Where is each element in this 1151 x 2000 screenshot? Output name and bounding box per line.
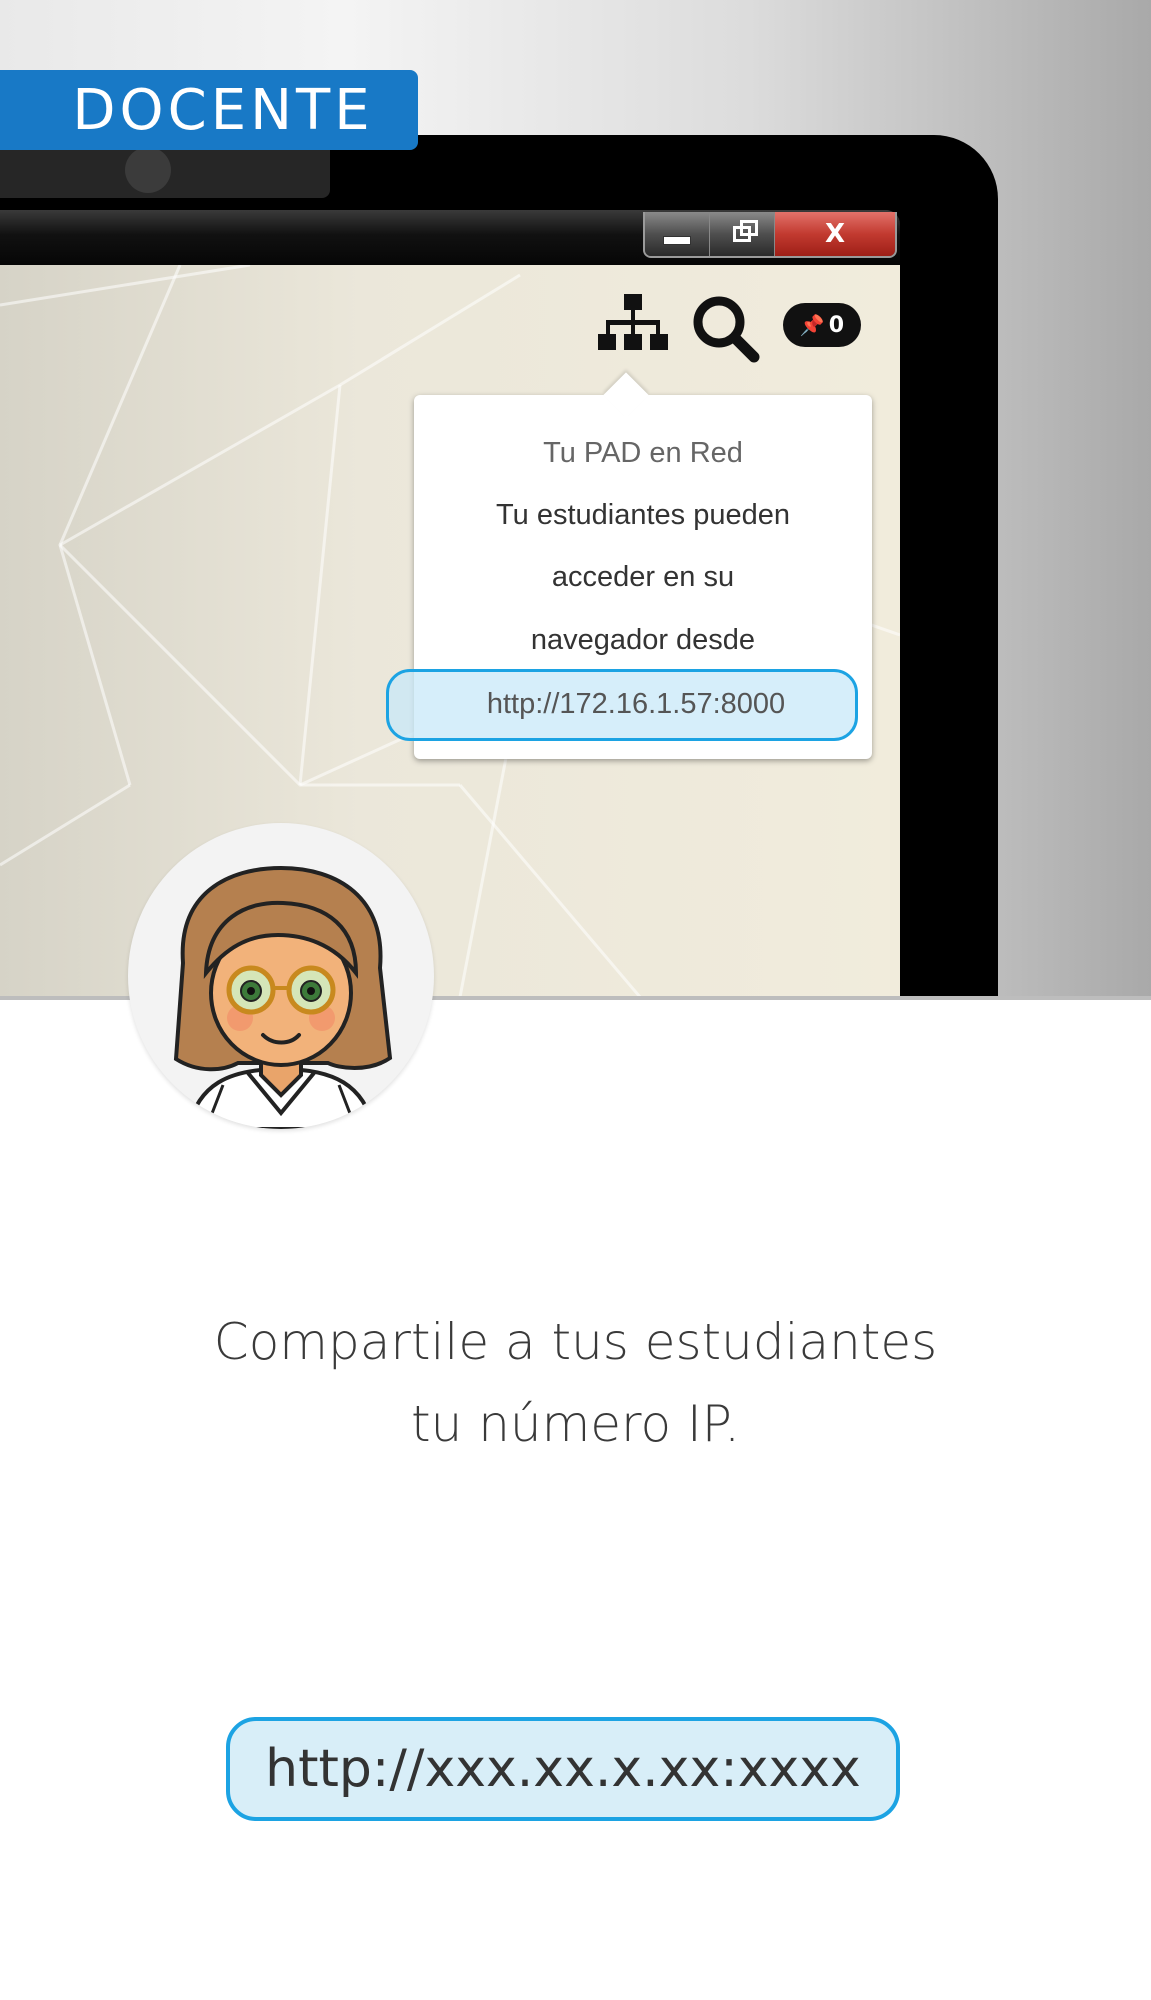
teacher-avatar: [128, 823, 434, 1129]
popover-text-line2: acceder en su: [551, 561, 735, 593]
popover-url-highlight[interactable]: http://172.16.1.57:8000: [386, 669, 858, 741]
pin-icon: 📌: [799, 313, 825, 337]
popover-text-line1: Tu estudiantes pueden: [496, 499, 790, 531]
caption-line2: tu número IP.: [411, 1395, 740, 1453]
restore-button[interactable]: [710, 212, 775, 256]
minimize-icon: [663, 235, 691, 245]
app-screen: 📌 0 Tu PAD en Red Tu estudiantes pueden …: [0, 265, 900, 997]
popover-text-line3: navegador desde: [530, 624, 756, 656]
popover-url[interactable]: http://172.16.1.57:8000: [389, 688, 855, 721]
ip-placeholder-text: http://xxx.xx.x.xx:xxxx: [265, 1739, 861, 1799]
role-badge: DOCENTE: [0, 70, 418, 150]
search-icon[interactable]: [690, 293, 762, 363]
caption-line1: Compartile a tus estudiantes: [213, 1313, 938, 1371]
popover-title: Tu PAD en Red: [543, 437, 743, 469]
close-button[interactable]: X: [775, 212, 895, 256]
sitemap-icon[interactable]: [598, 294, 668, 358]
monitor-scene: X 📌 0 Tu PAD en Red Tu estudiantes puede…: [0, 0, 1151, 1000]
pin-count: 0: [828, 312, 845, 338]
pin-count-badge[interactable]: 📌 0: [783, 303, 861, 347]
role-badge-label: DOCENTE: [72, 77, 374, 143]
restore-icon: [733, 220, 758, 242]
window-controls: X: [643, 212, 897, 258]
minimize-button[interactable]: [645, 212, 710, 256]
close-icon: X: [824, 219, 846, 249]
webcam-icon: [125, 147, 171, 193]
ip-placeholder-pill: http://xxx.xx.x.xx:xxxx: [226, 1717, 900, 1821]
